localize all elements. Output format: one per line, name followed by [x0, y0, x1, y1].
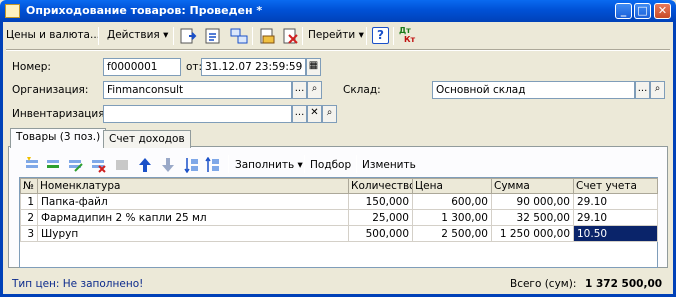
sort-descending-icon[interactable] [205, 157, 221, 173]
chevron-down-icon: ▾ [163, 29, 169, 41]
magnifier-icon[interactable]: ⌕ [650, 81, 665, 99]
post-document-icon[interactable] [179, 27, 197, 45]
add-row-icon[interactable] [24, 157, 40, 173]
cell-account[interactable]: 29.10 [573, 209, 658, 226]
date-field[interactable]: 31.12.07 23:59:59 [201, 58, 306, 76]
number-field[interactable]: f0000001 [103, 58, 181, 76]
number-label: Номер: [12, 61, 51, 73]
cell-number[interactable]: 1 [20, 193, 38, 210]
toolbar-divider [6, 49, 670, 51]
cell-quantity[interactable]: 25,000 [348, 209, 413, 226]
sort-ascending-icon[interactable] [184, 157, 200, 173]
title-bar[interactable]: Оприходование товаров: Проведен * _ □ ✕ [0, 0, 676, 22]
cell-price[interactable]: 2 500,00 [412, 225, 492, 242]
column-header-quantity[interactable]: Количество [348, 178, 413, 194]
column-header-account[interactable]: Счет учета [573, 178, 658, 194]
cell-sum[interactable]: 1 250 000,00 [491, 225, 574, 242]
cell-price[interactable]: 1 300,00 [412, 209, 492, 226]
actions-menu-button[interactable]: Действия ▾ [107, 29, 168, 41]
chevron-down-icon: ▾ [297, 159, 303, 171]
fill-menu-button[interactable]: Заполнить ▾ [235, 159, 303, 171]
calendar-icon[interactable]: ▦ [306, 58, 321, 76]
delete-row-icon[interactable] [90, 157, 106, 173]
document-movements-icon[interactable] [204, 27, 222, 45]
table-row[interactable]: 3 Шуруп 500,000 2 500,00 1 250 000,00 10… [20, 225, 658, 242]
toolbar-separator [356, 155, 357, 173]
column-header-sum[interactable]: Сумма [491, 178, 574, 194]
total-value: 1 372 500,00 [585, 278, 663, 290]
inventory-label: Инвентаризация: [12, 108, 109, 120]
dt-kt-button[interactable]: Дт Кт [399, 26, 419, 46]
tab-goods[interactable]: Товары (3 поз.) [10, 128, 107, 148]
magnifier-icon[interactable]: ⌕ [322, 105, 337, 123]
toolbar-separator [98, 27, 99, 45]
fill-menu-label: Заполнить [235, 159, 295, 171]
dt-label: Дт [399, 26, 411, 35]
chevron-down-icon: ▾ [358, 29, 364, 41]
cell-sum[interactable]: 90 000,00 [491, 193, 574, 210]
cell-item[interactable]: Шуруп [37, 225, 349, 242]
organization-select-button[interactable]: ... [292, 81, 307, 99]
end-edit-icon [116, 160, 128, 170]
toolbar-separator [173, 27, 174, 45]
close-button[interactable]: ✕ [654, 3, 671, 19]
warehouse-field[interactable]: Основной склад [432, 81, 635, 99]
cell-item[interactable]: Фармадипин 2 % капли 25 мл [37, 209, 349, 226]
copy-row-icon[interactable] [45, 157, 61, 173]
goto-menu-label: Перейти [308, 29, 356, 41]
structure-icon[interactable] [230, 27, 248, 45]
cell-number[interactable]: 3 [20, 225, 38, 242]
total-label: Всего (сум): [510, 278, 577, 290]
cell-account-selected[interactable]: 10.50 [573, 225, 658, 242]
cell-quantity[interactable]: 500,000 [348, 225, 413, 242]
prices-currency-button[interactable]: Цены и валюта... [6, 29, 100, 41]
table-row[interactable]: 2 Фармадипин 2 % капли 25 мл 25,000 1 30… [20, 209, 658, 226]
selection-button[interactable]: Подбор [310, 159, 351, 171]
maximize-button[interactable]: □ [634, 3, 651, 19]
document-icon [5, 4, 20, 18]
price-type-status[interactable]: Тип цен: Не заполнено! [12, 278, 143, 290]
column-header-price[interactable]: Цена [412, 178, 492, 194]
magnifier-icon[interactable]: ⌕ [307, 81, 322, 99]
organization-label: Организация: [12, 84, 89, 96]
goto-menu-button[interactable]: Перейти ▾ [308, 29, 364, 41]
move-down-icon[interactable] [160, 157, 176, 173]
move-up-icon[interactable] [137, 157, 153, 173]
delete-mark-icon[interactable] [281, 27, 299, 45]
window-title: Оприходование товаров: Проведен * [26, 4, 263, 17]
column-header-item[interactable]: Номенклатура [37, 178, 349, 194]
inventory-select-button[interactable]: ... [292, 105, 307, 123]
toolbar-separator [252, 27, 253, 45]
column-header-number[interactable]: № [20, 178, 38, 194]
kt-label: Кт [404, 35, 416, 44]
toolbar-separator [302, 27, 303, 45]
table-header-row: № Номенклатура Количество Цена Сумма Сче… [20, 178, 658, 194]
cell-sum[interactable]: 32 500,00 [491, 209, 574, 226]
warehouse-select-button[interactable]: ... [635, 81, 650, 99]
cell-account[interactable]: 29.10 [573, 193, 658, 210]
toolbar-separator [304, 155, 305, 173]
table-row[interactable]: 1 Папка-файл 150,000 600,00 90 000,00 29… [20, 193, 658, 210]
cell-item[interactable]: Папка-файл [37, 193, 349, 210]
cell-number[interactable]: 2 [20, 209, 38, 226]
minimize-button[interactable]: _ [615, 3, 632, 19]
help-button[interactable]: ? [372, 27, 389, 44]
cell-quantity[interactable]: 150,000 [348, 193, 413, 210]
save-print-icon[interactable] [258, 27, 276, 45]
goods-table[interactable]: № Номенклатура Количество Цена Сумма Сче… [19, 177, 658, 268]
inventory-field[interactable] [103, 105, 292, 123]
actions-menu-label: Действия [107, 29, 160, 41]
toolbar-separator [366, 27, 367, 45]
toolbar-separator [228, 155, 229, 173]
change-button[interactable]: Изменить [362, 159, 416, 171]
toolbar-separator [393, 27, 394, 45]
tab-income-account[interactable]: Счет доходов [103, 130, 191, 148]
warehouse-label: Склад: [343, 84, 381, 96]
edit-row-icon[interactable] [67, 157, 83, 173]
cell-price[interactable]: 600,00 [412, 193, 492, 210]
clear-icon[interactable]: ✕ [307, 105, 322, 123]
organization-field[interactable]: Finmanconsult [103, 81, 292, 99]
date-label: от: [186, 61, 203, 73]
